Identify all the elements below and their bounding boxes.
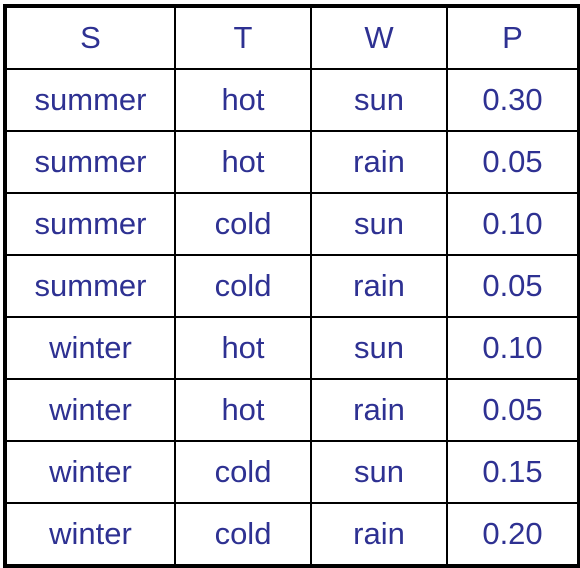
cell-weather: rain [310, 502, 448, 567]
cell-weather: rain [310, 130, 448, 194]
header-row: S T W P [4, 5, 580, 70]
cell-weather: sun [310, 192, 448, 256]
table-row: summer cold sun 0.10 [4, 192, 580, 256]
cell-probability: 0.15 [446, 440, 580, 504]
table-row: winter cold sun 0.15 [4, 440, 580, 504]
cell-season: winter [4, 440, 176, 504]
cell-probability: 0.20 [446, 502, 580, 567]
cell-weather: sun [310, 68, 448, 132]
cell-probability: 0.05 [446, 254, 580, 318]
cell-weather: sun [310, 440, 448, 504]
table-row: summer hot rain 0.05 [4, 130, 580, 194]
cell-temperature: hot [174, 378, 312, 442]
cell-temperature: hot [174, 68, 312, 132]
table-row: winter cold rain 0.20 [4, 502, 580, 567]
cell-temperature: cold [174, 192, 312, 256]
cell-probability: 0.05 [446, 130, 580, 194]
cell-season: summer [4, 68, 176, 132]
cell-season: winter [4, 316, 176, 380]
cell-probability: 0.05 [446, 378, 580, 442]
cell-weather: sun [310, 316, 448, 380]
cell-temperature: cold [174, 254, 312, 318]
table-row: summer hot sun 0.30 [4, 68, 580, 132]
cell-weather: rain [310, 378, 448, 442]
cell-probability: 0.30 [446, 68, 580, 132]
header-probability: P [446, 5, 580, 70]
table-row: winter hot rain 0.05 [4, 378, 580, 442]
cell-season: winter [4, 502, 176, 567]
cell-season: summer [4, 192, 176, 256]
joint-distribution-table: S T W P summer hot sun 0.30 summer hot r… [3, 4, 580, 568]
cell-temperature: hot [174, 130, 312, 194]
table-row: summer cold rain 0.05 [4, 254, 580, 318]
cell-probability: 0.10 [446, 316, 580, 380]
header-weather: W [310, 5, 448, 70]
header-season: S [4, 5, 176, 70]
cell-temperature: hot [174, 316, 312, 380]
cell-season: summer [4, 254, 176, 318]
cell-season: winter [4, 378, 176, 442]
cell-season: summer [4, 130, 176, 194]
cell-probability: 0.10 [446, 192, 580, 256]
cell-temperature: cold [174, 502, 312, 567]
table-row: winter hot sun 0.10 [4, 316, 580, 380]
cell-weather: rain [310, 254, 448, 318]
header-temperature: T [174, 5, 312, 70]
cell-temperature: cold [174, 440, 312, 504]
